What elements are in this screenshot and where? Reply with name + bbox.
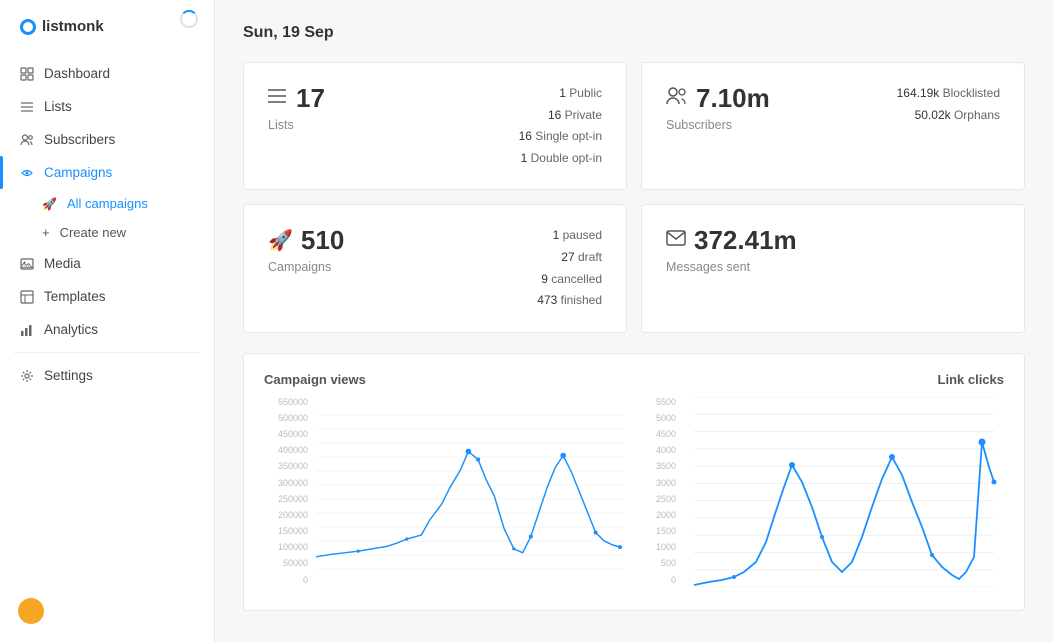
analytics-icon [20, 323, 34, 337]
sidebar: listmonk Dashboard Lists Subscribers [0, 0, 215, 642]
subscribers-label: Subscribers [666, 118, 897, 132]
sidebar-media-label: Media [44, 256, 81, 271]
stats-grid: 17 Lists 1 Public 16 Private 16 Single o… [243, 62, 1025, 333]
campaigns-label: Campaigns [268, 260, 537, 274]
loading-spinner [180, 10, 198, 28]
sidebar-lists-label: Lists [44, 99, 72, 114]
campaigns-count: 🚀 510 [268, 225, 537, 256]
lists-stat-card: 17 Lists 1 Public 16 Private 16 Single o… [243, 62, 627, 190]
sidebar-item-analytics[interactable]: Analytics [0, 313, 214, 346]
main-content: Sun, 19 Sep 17 Lists 1 Public 16 Private [215, 0, 1053, 642]
app-name: listmonk [42, 18, 104, 35]
bottom-accent [18, 598, 44, 624]
clicks-chart-label: Link clicks [938, 372, 1004, 387]
views-chart-label: Campaign views [264, 372, 366, 387]
sidebar-settings-label: Settings [44, 368, 93, 383]
subscribers-stat-icon [666, 87, 688, 111]
create-new-label: Create new [60, 225, 126, 240]
templates-icon [20, 290, 34, 304]
sidebar-dashboard-label: Dashboard [44, 66, 110, 81]
views-chart-svg [316, 397, 624, 587]
sidebar-item-settings[interactable]: Settings [0, 359, 214, 392]
clicks-chart: 5500 5000 4500 4000 3500 3000 2500 2000 … [644, 397, 1004, 592]
sidebar-item-all-campaigns[interactable]: 🚀 All campaigns [0, 189, 214, 218]
charts-section: Campaign views Link clicks 550000 500000… [243, 353, 1025, 611]
sidebar-item-media[interactable]: Media [0, 247, 214, 280]
lists-details: 1 Public 16 Private 16 Single opt-in 1 D… [519, 83, 602, 169]
messages-stat-card: 372.41m Messages sent [641, 204, 1025, 332]
sidebar-item-lists[interactable]: Lists [0, 90, 214, 123]
sidebar-item-templates[interactable]: Templates [0, 280, 214, 313]
campaigns-icon [20, 166, 34, 180]
media-icon [20, 257, 34, 271]
lists-icon [20, 100, 34, 114]
charts-container: 550000 500000 450000 400000 350000 30000… [264, 397, 1004, 592]
subscribers-details: 164.19k Blocklisted 50.02k Orphans [897, 83, 1000, 126]
rocket-icon: 🚀 [42, 197, 57, 211]
sidebar-item-subscribers[interactable]: Subscribers [0, 123, 214, 156]
lists-stat-icon [268, 87, 288, 111]
campaigns-details: 1 paused 27 draft 9 cancelled 473 finish… [537, 225, 602, 311]
subscribers-stat-card: 7.10m Subscribers 164.19k Blocklisted 50… [641, 62, 1025, 190]
sidebar-subscribers-label: Subscribers [44, 132, 115, 147]
sidebar-analytics-label: Analytics [44, 322, 98, 337]
subscribers-count: 7.10m [666, 83, 897, 114]
subscribers-icon [20, 133, 34, 147]
all-campaigns-label: All campaigns [67, 196, 148, 211]
charts-header: Campaign views Link clicks [264, 372, 1004, 387]
lists-label: Lists [268, 118, 519, 132]
messages-label: Messages sent [666, 260, 1000, 274]
campaigns-stat-card: 🚀 510 Campaigns 1 paused 27 draft 9 canc… [243, 204, 627, 332]
views-chart: 550000 500000 450000 400000 350000 30000… [264, 397, 624, 592]
lists-count: 17 [268, 83, 519, 114]
campaigns-stat-icon: 🚀 [268, 228, 293, 253]
page-date: Sun, 19 Sep [243, 24, 1025, 42]
sidebar-item-create-new[interactable]: + Create new [0, 218, 214, 247]
sidebar-item-dashboard[interactable]: Dashboard [0, 57, 214, 90]
logo-circle [20, 19, 36, 35]
sidebar-nav: Dashboard Lists Subscribers Campaigns [0, 49, 214, 642]
sidebar-templates-label: Templates [44, 289, 106, 304]
plus-icon: + [42, 225, 50, 240]
dashboard-icon [20, 67, 34, 81]
settings-icon [20, 369, 34, 383]
messages-count: 372.41m [666, 225, 1000, 256]
sidebar-campaigns-label: Campaigns [44, 165, 112, 180]
messages-stat-icon [666, 229, 686, 252]
sidebar-item-campaigns[interactable]: Campaigns [0, 156, 214, 189]
clicks-chart-svg [684, 397, 1004, 587]
